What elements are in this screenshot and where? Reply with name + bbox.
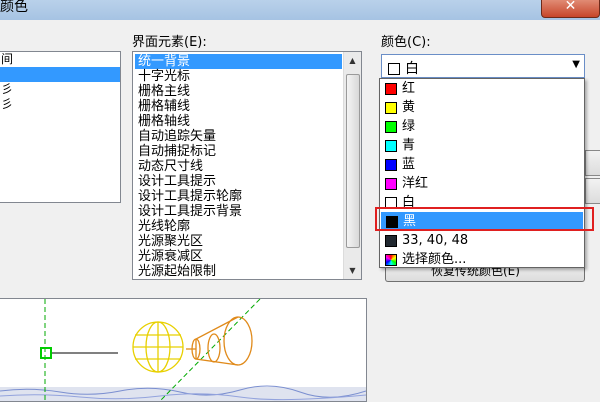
list-item[interactable]: 光线轮廓	[135, 219, 342, 234]
color-option-label: 选择颜色...	[402, 252, 467, 267]
close-button[interactable]: ✕	[541, 0, 600, 18]
list-item[interactable]: 彡	[0, 82, 120, 97]
light-bulb-icon	[132, 321, 184, 373]
list-item[interactable]: 光源衰减区	[135, 249, 342, 264]
list-item[interactable]: 光源聚光区	[135, 234, 342, 249]
list-item[interactable]: 间	[0, 52, 120, 67]
color-combobox[interactable]: 白 ▼	[381, 54, 585, 78]
side-button[interactable]	[585, 150, 600, 176]
list-item[interactable]: 栅格主线	[135, 84, 342, 99]
color-option[interactable]: 33, 40, 48	[380, 231, 584, 250]
list-item[interactable]: 设计工具提示	[135, 174, 342, 189]
color-option-label: 33, 40, 48	[402, 233, 469, 248]
color-option[interactable]: 青	[380, 136, 584, 155]
color-swatch-icon	[385, 158, 397, 171]
grip-square-icon	[40, 347, 52, 359]
side-button[interactable]	[585, 178, 600, 204]
preview-background	[0, 385, 366, 401]
color-label: 颜色(C):	[381, 35, 431, 50]
interface-elements-list[interactable]: 统一背景 十字光标 栅格主线 栅格辅线 栅格轴线 自动追踪矢量 自动捕捉标记 动态尺寸线 设计工…	[132, 51, 362, 280]
title-bar: 颜色	[0, 0, 600, 20]
color-option[interactable]: 选择颜色...	[380, 250, 584, 269]
color-option[interactable]: 洋红	[380, 174, 584, 193]
list-item[interactable]: 光源起始限制	[135, 264, 342, 279]
color-dropdown-list[interactable]: 红黄绿青蓝洋红白黑 33, 40, 48 选择颜色...	[379, 78, 585, 268]
list-item[interactable]: 设计工具提示轮廓	[135, 189, 342, 204]
annotation-highlight	[375, 207, 594, 231]
color-swatch-icon	[385, 253, 397, 266]
color-option-label: 青	[402, 138, 416, 153]
guide-line	[159, 299, 261, 401]
close-icon: ✕	[564, 0, 577, 14]
color-swatch-icon	[385, 82, 397, 95]
color-swatch-icon	[385, 234, 397, 247]
color-swatch-icon	[385, 101, 397, 114]
color-option-label: 绿	[402, 119, 416, 134]
scroll-up-icon[interactable]: ▲	[344, 52, 361, 69]
list-item[interactable]: 十字光标	[135, 69, 342, 84]
list-item[interactable]: 设计工具提示背景	[135, 204, 342, 219]
color-option[interactable]: 绿	[380, 117, 584, 136]
chevron-down-icon[interactable]: ▼	[572, 59, 580, 70]
spotlight-icon	[186, 316, 253, 366]
vertical-scrollbar[interactable]: ▲ ▼	[343, 52, 361, 279]
list-item[interactable]	[0, 67, 120, 82]
color-option-label: 蓝	[402, 157, 416, 172]
color-option-label: 洋红	[402, 176, 429, 191]
color-swatch-icon	[385, 120, 397, 133]
list-item[interactable]: 动态尺寸线	[135, 159, 342, 174]
preview-drawing	[0, 299, 366, 401]
color-option-label: 黄	[402, 100, 416, 115]
list-item[interactable]: 自动捕捉标记	[135, 144, 342, 159]
color-swatch-icon	[388, 63, 400, 75]
color-swatch-icon	[385, 139, 397, 152]
color-option-label: 红	[402, 81, 416, 96]
color-swatch-icon	[385, 177, 397, 190]
color-option[interactable]: 红	[380, 79, 584, 98]
color-option[interactable]: 黄	[380, 98, 584, 117]
scroll-thumb[interactable]	[346, 74, 360, 248]
list-item[interactable]: 栅格轴线	[135, 114, 342, 129]
list-item[interactable]: 彡	[0, 97, 120, 112]
list-item[interactable]: 栅格辅线	[135, 99, 342, 114]
color-combobox-value: 白	[405, 61, 419, 77]
window-title: 颜色	[0, 0, 28, 15]
color-option[interactable]: 蓝	[380, 155, 584, 174]
list-item[interactable]: 自动追踪矢量	[135, 129, 342, 144]
context-list[interactable]: 间 彡 彡	[0, 51, 121, 203]
interface-elements-label: 界面元素(E):	[132, 35, 207, 50]
scroll-down-icon[interactable]: ▼	[344, 262, 361, 279]
preview-pane	[0, 298, 367, 402]
list-item[interactable]: 统一背景	[135, 54, 342, 69]
